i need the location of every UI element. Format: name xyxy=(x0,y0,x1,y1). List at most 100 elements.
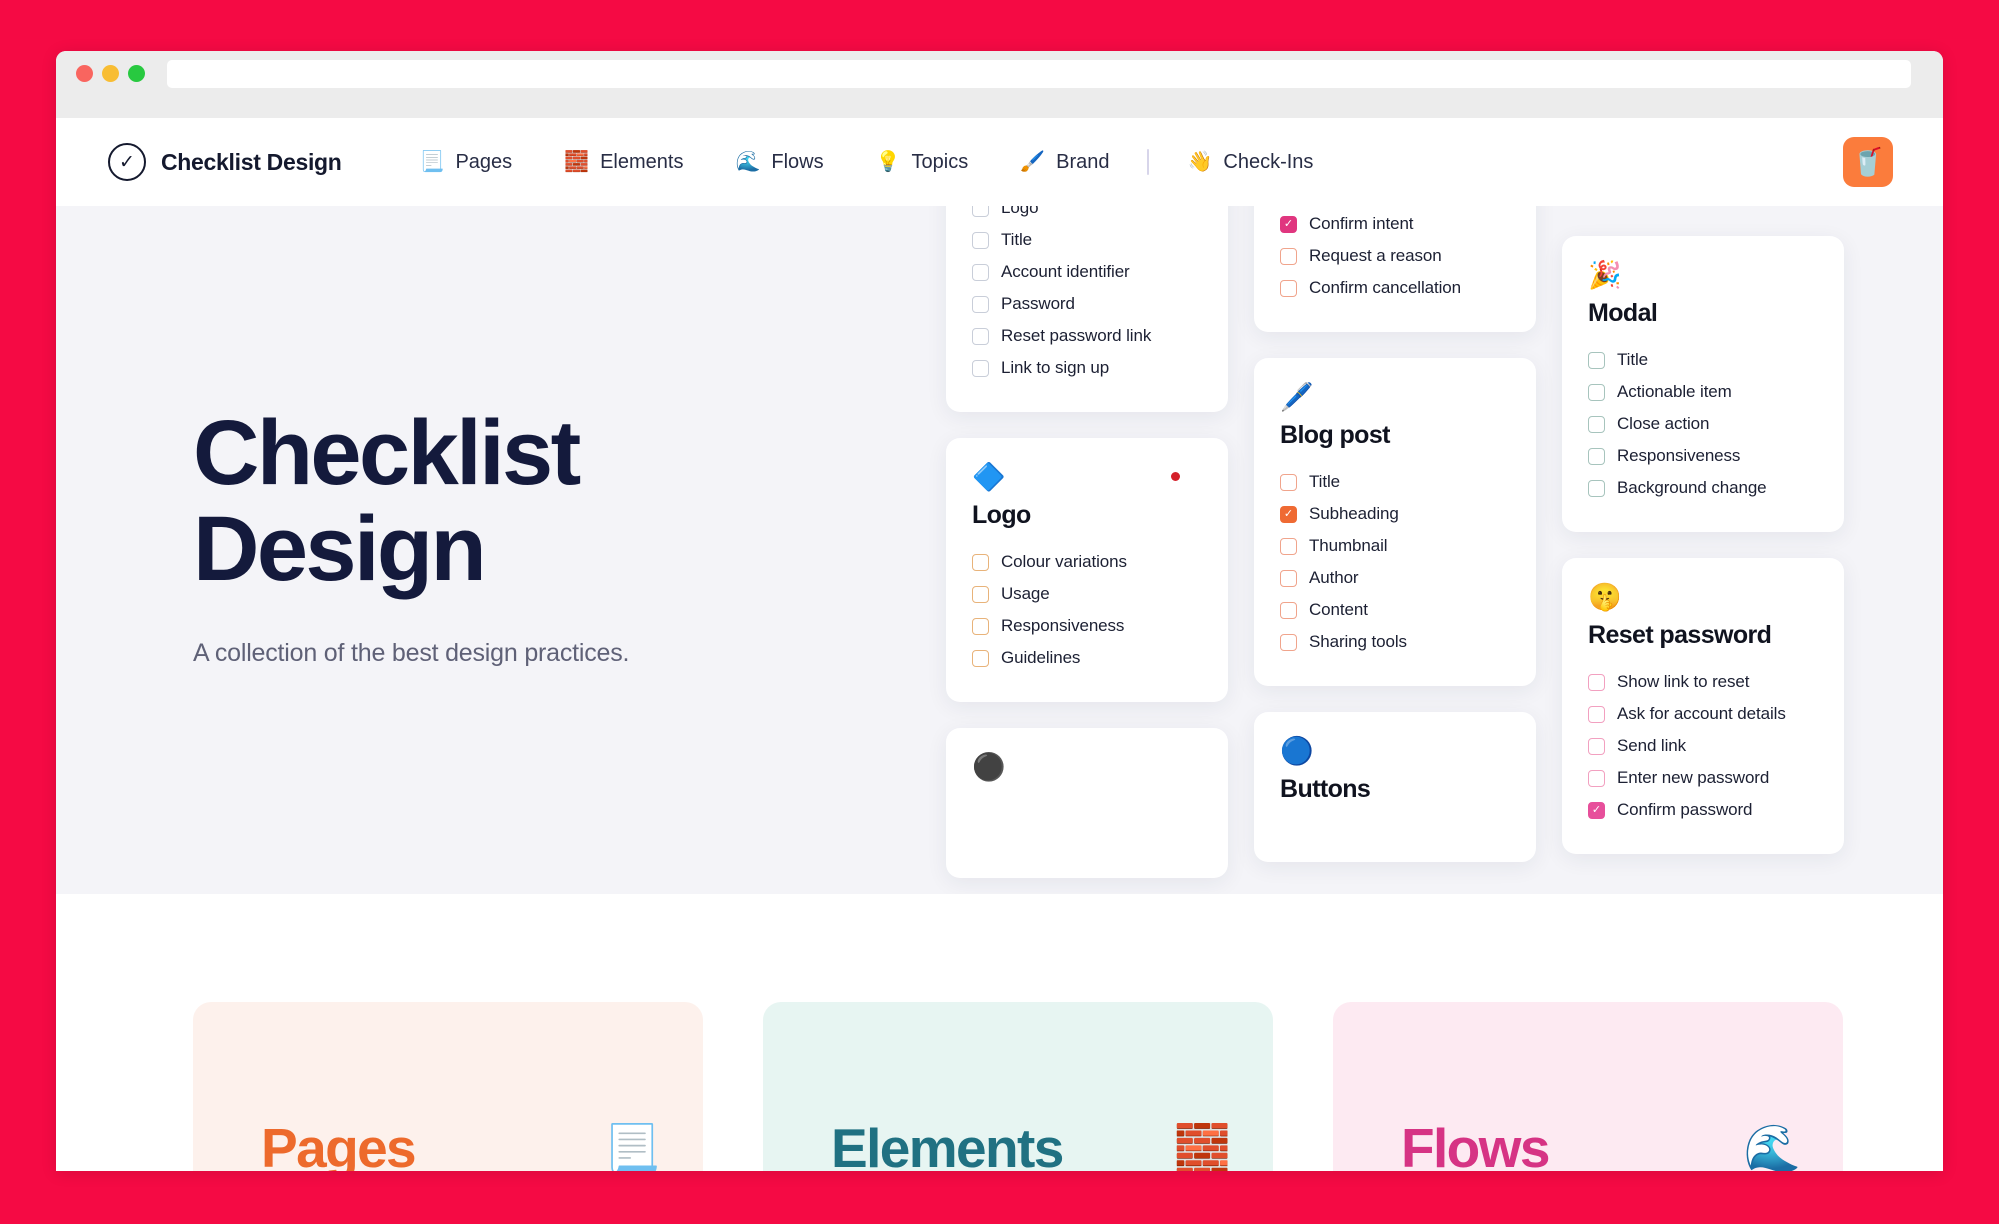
paintbrush-icon: 🖌️ xyxy=(1020,151,1046,173)
checkbox-checked-icon[interactable]: ✓ xyxy=(1588,801,1605,819)
category-section: Pages 📃 Elements 🧱 Flows 🌊 xyxy=(56,894,1943,1171)
checklist-item-label: Request a reason xyxy=(1309,246,1442,265)
checkbox-icon[interactable] xyxy=(1588,705,1605,723)
checklist-item-label: Account identifier xyxy=(1001,262,1130,281)
category-card-title: Elements xyxy=(831,1117,1064,1171)
nav-item-brand[interactable]: 🖌️ Brand xyxy=(994,151,1135,174)
checkbox-icon[interactable] xyxy=(972,649,989,667)
nav-item-label: Elements xyxy=(600,150,684,173)
nav-item-label: Flows xyxy=(771,150,824,173)
checkbox-icon[interactable] xyxy=(972,553,989,571)
checklist-item[interactable]: Actionable item xyxy=(1588,376,1818,408)
checklist-item[interactable]: Sharing tools xyxy=(1280,626,1510,658)
checkbox-checked-icon[interactable]: ✓ xyxy=(1280,505,1297,523)
checklist-item-label: Guidelines xyxy=(1001,648,1081,667)
checkbox-checked-icon[interactable]: ✓ xyxy=(1280,215,1297,233)
checklist-item-label: Confirm intent xyxy=(1309,214,1414,233)
checklist-item[interactable]: Thumbnail xyxy=(1280,530,1510,562)
checkbox-icon[interactable] xyxy=(1588,673,1605,691)
nav-item-flows[interactable]: 🌊 Flows xyxy=(709,151,849,174)
close-window-button[interactable] xyxy=(76,65,93,82)
nav-item-checkins[interactable]: 👋 Check-Ins xyxy=(1161,151,1339,174)
checklist-item-label: Title xyxy=(1309,472,1340,491)
checkbox-icon[interactable] xyxy=(1280,537,1297,555)
hero-title-line-1: Checklist xyxy=(193,402,581,504)
shushing-face-icon: 🤫 xyxy=(1588,582,1622,612)
category-card[interactable]: Flows 🌊 xyxy=(1333,1002,1843,1171)
checkbox-icon[interactable] xyxy=(1280,247,1297,265)
checklist-item[interactable]: Title xyxy=(1280,466,1510,498)
checklist-item[interactable]: Ask for account details xyxy=(1588,698,1818,730)
checkbox-icon[interactable] xyxy=(1588,447,1605,465)
checklist-item[interactable]: ✓ Subheading xyxy=(1280,498,1510,530)
checkbox-icon[interactable] xyxy=(972,263,989,281)
checkbox-icon[interactable] xyxy=(1280,569,1297,587)
checklist-item[interactable]: Content xyxy=(1280,594,1510,626)
checklist-item-label: Thumbnail xyxy=(1309,536,1388,555)
category-card-list: Pages 📃 Elements 🧱 Flows 🌊 xyxy=(193,1002,1843,1171)
nav-item-pages[interactable]: 📃 Pages xyxy=(394,151,539,174)
minimize-window-button[interactable] xyxy=(102,65,119,82)
checklist-card: 🔷 Logo Colour variations Usage Responsivenes… xyxy=(946,438,1228,702)
page-icon: 📃 xyxy=(603,1122,661,1171)
checkbox-icon[interactable] xyxy=(1280,473,1297,491)
checklist-item[interactable]: Password xyxy=(972,288,1202,320)
checklist-item[interactable]: ✓ Confirm password xyxy=(1588,794,1818,826)
checklist-item[interactable]: ✓ Confirm intent xyxy=(1280,208,1510,240)
checklist-item[interactable]: Author xyxy=(1280,562,1510,594)
checkbox-icon[interactable] xyxy=(972,206,989,217)
checkbox-icon[interactable] xyxy=(1280,279,1297,297)
page-title: Checklist Design xyxy=(193,405,833,597)
checkbox-icon[interactable] xyxy=(972,327,989,345)
checklist-item[interactable]: Account identifier xyxy=(972,256,1202,288)
checklist-item[interactable]: Responsiveness xyxy=(1588,440,1818,472)
checkbox-icon[interactable] xyxy=(1588,769,1605,787)
checklist-item[interactable]: Background change xyxy=(1588,472,1818,504)
checklist-item[interactable]: Confirm cancellation xyxy=(1280,272,1510,304)
checkbox-icon[interactable] xyxy=(1588,383,1605,401)
checkbox-icon[interactable] xyxy=(1588,737,1605,755)
chrome-filler xyxy=(56,96,1943,118)
checkbox-icon[interactable] xyxy=(972,231,989,249)
brand-logo[interactable]: ✓ Checklist Design xyxy=(108,143,342,181)
category-card[interactable]: Elements 🧱 xyxy=(763,1002,1273,1171)
checkbox-icon[interactable] xyxy=(1588,479,1605,497)
checkbox-icon[interactable] xyxy=(1588,351,1605,369)
checklist-item-label: Ask for account details xyxy=(1617,704,1786,723)
avatar-button[interactable]: 🥤 xyxy=(1843,137,1893,187)
brand-name: Checklist Design xyxy=(161,148,342,175)
checkbox-icon[interactable] xyxy=(1280,633,1297,651)
browser-chrome-bar xyxy=(56,51,1943,96)
category-card[interactable]: Pages 📃 xyxy=(193,1002,703,1171)
checklist-item[interactable]: Usage xyxy=(972,578,1202,610)
checklist-item[interactable]: Guidelines xyxy=(972,642,1202,674)
checklist-item[interactable]: Enter new password xyxy=(1588,762,1818,794)
brick-icon: 🧱 xyxy=(1173,1122,1231,1171)
maximize-window-button[interactable] xyxy=(128,65,145,82)
wave-hand-icon: 👋 xyxy=(1187,151,1213,173)
checklist-card: Logo Title Account identifier Password Reset… xyxy=(946,206,1228,412)
checklist-item[interactable]: Logo xyxy=(972,206,1202,224)
checkbox-icon[interactable] xyxy=(972,585,989,603)
checklist-item[interactable]: Colour variations xyxy=(972,546,1202,578)
checkbox-icon[interactable] xyxy=(1280,601,1297,619)
checklist-item[interactable]: Link to sign up xyxy=(972,352,1202,384)
checklist-item[interactable]: Reset password link xyxy=(972,320,1202,352)
checklist-item[interactable]: Title xyxy=(1588,344,1818,376)
checklist-item[interactable]: Show link to reset xyxy=(1588,666,1818,698)
checkbox-icon[interactable] xyxy=(972,359,989,377)
checkbox-icon[interactable] xyxy=(972,617,989,635)
checklist-item[interactable]: Title xyxy=(972,224,1202,256)
url-input[interactable] xyxy=(167,59,1911,88)
nav-item-topics[interactable]: 💡 Topics xyxy=(850,151,995,174)
checkbox-icon[interactable] xyxy=(1588,415,1605,433)
checklist-item[interactable]: Close action xyxy=(1588,408,1818,440)
hero-subtitle: A collection of the best design practice… xyxy=(193,639,630,668)
checklist-item[interactable]: Responsiveness xyxy=(972,610,1202,642)
checklist-item-label: Show link to reset xyxy=(1617,672,1750,691)
checklist-item[interactable]: Request a reason xyxy=(1280,240,1510,272)
hero-section: Checklist Design A collection of the bes… xyxy=(56,206,1943,894)
checkbox-icon[interactable] xyxy=(972,295,989,313)
nav-item-elements[interactable]: 🧱 Elements xyxy=(538,151,709,174)
checklist-item[interactable]: Send link xyxy=(1588,730,1818,762)
